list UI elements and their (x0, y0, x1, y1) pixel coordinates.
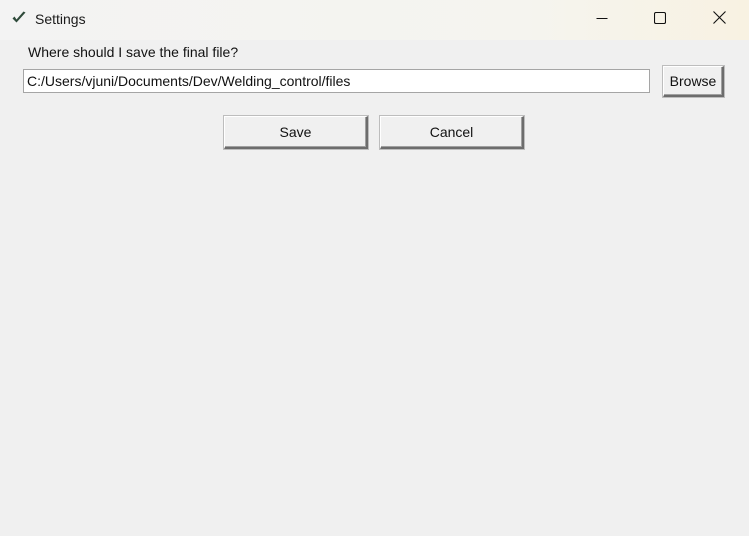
checkmark-icon (11, 10, 27, 26)
save-path-input[interactable] (23, 69, 650, 93)
close-icon (712, 11, 726, 29)
save-location-prompt: Where should I save the final file? (28, 44, 239, 60)
save-button[interactable]: Save (224, 116, 368, 149)
settings-window: Settings Where should I save the final f… (0, 0, 749, 536)
window-title: Settings (35, 11, 86, 27)
minimize-icon (596, 11, 608, 29)
minimize-button[interactable] (573, 0, 631, 40)
close-button[interactable] (690, 0, 748, 40)
title-bar[interactable]: Settings (0, 0, 749, 40)
browse-button[interactable]: Browse (663, 66, 724, 97)
maximize-icon (653, 11, 667, 29)
maximize-button[interactable] (631, 0, 689, 40)
cancel-button[interactable]: Cancel (380, 116, 524, 149)
